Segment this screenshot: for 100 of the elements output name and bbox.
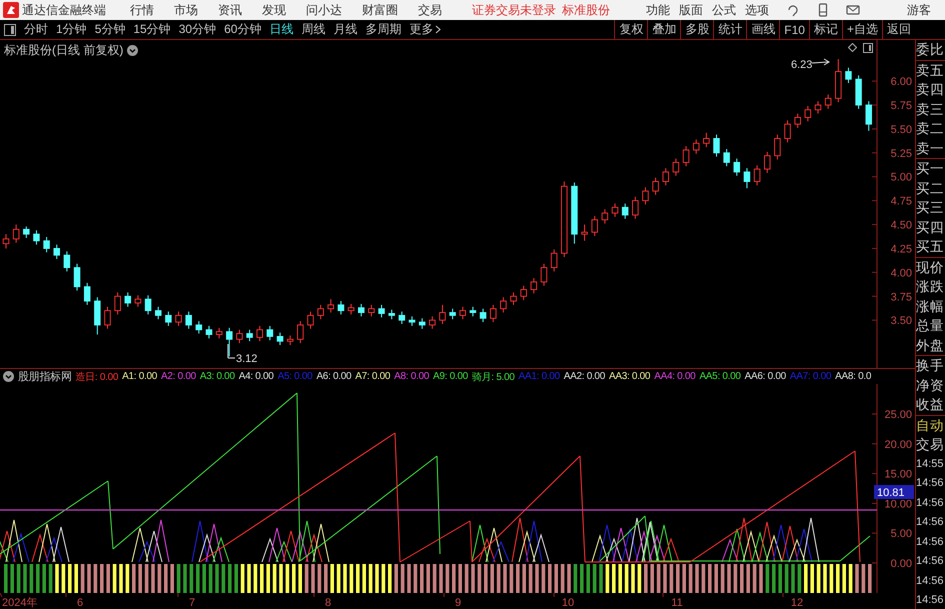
app-logo-icon (3, 2, 19, 18)
trade-time: 14:56 (916, 476, 945, 491)
candlestick (713, 134, 720, 158)
menu-item[interactable]: 行情 (130, 2, 154, 18)
toolbar-button[interactable]: F10 (779, 20, 809, 39)
menu-item[interactable]: 公式 (712, 2, 736, 18)
candlestick (723, 148, 730, 167)
indicator-value: 骑月: 5.00 (472, 370, 514, 384)
candlestick (104, 306, 111, 330)
indicator-value: AA4: 0.00 (654, 371, 696, 382)
candlestick (206, 325, 212, 339)
quote-field-label: 卖二 (916, 120, 945, 138)
panel-toggle-icon[interactable] (863, 43, 873, 53)
candlestick (317, 304, 324, 320)
candlestick (460, 306, 466, 320)
quote-field-label: 买二 (916, 180, 945, 198)
price-tick-label: 3.75 (890, 291, 912, 304)
period-tab[interactable]: 多周期 (361, 20, 406, 39)
toolbar-button[interactable]: 标记 (808, 20, 842, 39)
quote-field-label: 卖一 (916, 140, 945, 158)
indicator-value: A1: 0.00 (122, 371, 157, 382)
phone-icon[interactable] (816, 3, 830, 17)
mode-tab[interactable]: 自动 (916, 416, 945, 435)
candlestick (185, 311, 192, 330)
date-axis-label: 9 (454, 597, 462, 609)
menu-item[interactable]: 版面 (679, 2, 703, 18)
menu-item[interactable]: 交易 (418, 2, 442, 18)
candlestick (480, 308, 486, 323)
toolbar-button[interactable]: 返回 (882, 20, 915, 39)
toolbar-button[interactable]: 复权 (614, 20, 648, 39)
toolbar-button[interactable]: 统计 (713, 20, 746, 39)
candlestick (734, 158, 740, 176)
candlestick (256, 325, 263, 342)
toolbar-button[interactable]: 画线 (746, 20, 780, 39)
menu-item[interactable]: 资讯 (218, 2, 242, 18)
period-tab[interactable]: 30分钟 (174, 20, 220, 39)
candlestick (196, 320, 202, 334)
period-tab[interactable]: 分时 (20, 20, 52, 39)
quote-field-label: 卖三 (916, 100, 945, 118)
indicator-value: 造日: 0.00 (76, 370, 118, 384)
trade-time: 14:56 (916, 515, 945, 530)
chat-bubble-icon[interactable] (786, 3, 800, 17)
candlestick (814, 100, 822, 114)
candlestick (429, 316, 436, 330)
price-tick-label: 3.50 (890, 315, 912, 328)
candlestick (286, 334, 294, 346)
indicator-value: AA3: 0.00 (608, 371, 650, 382)
period-tab[interactable]: 60分钟 (220, 20, 266, 39)
candlestick (378, 304, 385, 318)
period-tab[interactable]: 周线 (297, 20, 330, 39)
quote-field-label: 现价 (916, 258, 945, 276)
mail-icon[interactable] (846, 3, 860, 17)
candlestick (368, 304, 375, 317)
menu-item[interactable]: 功能 (646, 2, 670, 18)
candlestick (124, 292, 132, 308)
menu-item[interactable]: 发现 (262, 2, 286, 18)
quote-field-label: 涨幅 (916, 298, 945, 316)
price-tick-label: 5.25 (890, 148, 912, 160)
trade-time: 14:56 (916, 574, 945, 588)
candlestick (165, 311, 172, 326)
toolbar-button[interactable]: 多股 (680, 20, 714, 39)
dropdown-icon[interactable] (3, 371, 14, 382)
period-tab[interactable]: 15分钟 (129, 20, 175, 39)
candlestick (550, 248, 558, 272)
quote-field-label: 卖五 (916, 62, 945, 80)
diamond-icon[interactable] (848, 43, 857, 52)
candlestick (652, 177, 659, 196)
candlestick (835, 58, 842, 103)
period-tab[interactable]: 日线 (265, 20, 298, 39)
candlestick (622, 203, 628, 220)
menu-item[interactable]: 选项 (745, 2, 769, 18)
menu-item[interactable]: 市场 (174, 2, 198, 18)
candlestick (236, 329, 243, 344)
more-button[interactable]: 更多 (405, 20, 446, 39)
date-axis-label: 8 (324, 597, 332, 609)
dropdown-icon[interactable] (127, 45, 138, 56)
period-tab[interactable]: 月线 (329, 20, 362, 39)
toolbar-button[interactable]: +自选 (842, 20, 882, 39)
date-axis-label: 7 (188, 597, 196, 609)
user-label[interactable]: 游客 (907, 2, 931, 18)
candlestick (490, 304, 496, 323)
chevron-icon (435, 25, 442, 34)
toolbar-button[interactable]: 叠加 (647, 20, 680, 39)
indicator-name[interactable]: 股朋指标网 (18, 369, 72, 384)
panel-toggle-icon[interactable] (4, 24, 16, 36)
stock-link[interactable]: 标准股份 (562, 2, 610, 18)
candlestick (2, 234, 10, 249)
quote-field-label: 委比 (916, 41, 945, 59)
period-tab[interactable]: 1分钟 (52, 20, 91, 39)
candlestick (824, 94, 832, 110)
menu-item[interactable]: 问小达 (306, 2, 342, 18)
period-tab[interactable]: 5分钟 (90, 20, 130, 39)
candlestick (571, 182, 578, 244)
candlestick (84, 282, 90, 306)
candlestick (266, 325, 274, 341)
candlestick (64, 250, 70, 272)
price-tick-label: 4.50 (890, 220, 912, 232)
menu-item[interactable]: 财富圈 (362, 2, 398, 18)
candlestick (43, 236, 50, 253)
indicator-value: A3: 0.00 (200, 371, 235, 382)
